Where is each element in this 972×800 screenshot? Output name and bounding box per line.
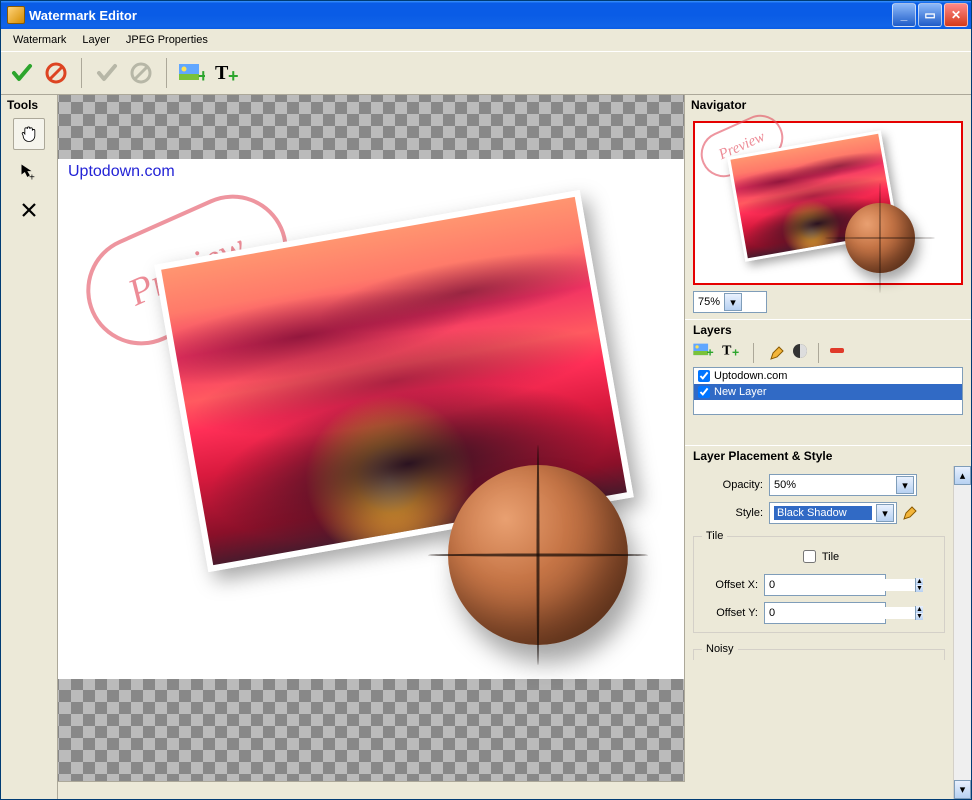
app-window: Watermark Editor _ ▭ ✕ Watermark Layer J…: [0, 0, 972, 800]
spin-down-icon[interactable]: ▼: [915, 613, 923, 620]
app-icon: [7, 6, 25, 24]
toolbar: + T+: [1, 51, 971, 94]
toolbar-separator: [166, 58, 167, 88]
tile-legend: Tile: [702, 530, 727, 542]
svg-text:+: +: [29, 172, 35, 182]
scroll-down-icon[interactable]: ▾: [954, 780, 971, 799]
add-text-layer-button[interactable]: T+: [211, 58, 241, 88]
canvas[interactable]: Uptodown.com Preview: [58, 95, 685, 781]
add-image-layer-button[interactable]: +: [177, 58, 207, 88]
hand-tool[interactable]: [13, 118, 45, 150]
cancel-disabled-button: [126, 58, 156, 88]
maximize-button[interactable]: ▭: [918, 3, 942, 27]
delete-tool[interactable]: [13, 194, 45, 226]
offsetx-input[interactable]: ▲▼: [764, 574, 886, 596]
svg-text:+: +: [198, 66, 205, 84]
accept-button[interactable]: [7, 58, 37, 88]
navigator-thumbnail[interactable]: Preview: [693, 121, 963, 285]
watermark-text[interactable]: Uptodown.com: [68, 163, 175, 181]
accept-disabled-button: [92, 58, 122, 88]
tile-checkbox-label: Tile: [822, 551, 839, 563]
cancel-button[interactable]: [41, 58, 71, 88]
spin-up-icon[interactable]: ▲: [915, 606, 923, 613]
move-tool[interactable]: +: [13, 156, 45, 188]
workarea: Tools + Uptodown.com Preview: [1, 94, 971, 799]
menu-jpeg-properties[interactable]: JPEG Properties: [118, 32, 216, 48]
tile-checkbox[interactable]: [803, 550, 816, 563]
right-panel: Navigator Preview 75% ▾ Layers + T+: [685, 95, 971, 799]
opacity-label: Opacity:: [693, 479, 763, 491]
opacity-value: 50%: [774, 479, 892, 491]
placement-panel: Opacity: 50% ▾ Style: Black Shadow ▾: [685, 466, 971, 799]
chevron-down-icon[interactable]: ▾: [876, 504, 894, 522]
menu-watermark[interactable]: Watermark: [5, 32, 74, 48]
layer-row[interactable]: New Layer: [694, 384, 962, 400]
placement-header: Layer Placement & Style: [685, 445, 971, 466]
noisy-legend: Noisy: [702, 643, 738, 655]
edit-style-icon[interactable]: [901, 504, 919, 522]
chevron-down-icon[interactable]: ▾: [896, 476, 914, 494]
svg-text:+: +: [228, 66, 239, 84]
offsety-input[interactable]: ▲▼: [764, 602, 886, 624]
layer-visibility-checkbox[interactable]: [698, 386, 710, 398]
offsetx-value[interactable]: [765, 579, 915, 591]
svg-text:T: T: [722, 343, 732, 358]
zoom-value: 75%: [698, 296, 720, 308]
offsety-value[interactable]: [765, 607, 915, 619]
opacity-combo[interactable]: 50% ▾: [769, 474, 917, 496]
minimize-button[interactable]: _: [892, 3, 916, 27]
navigator-header: Navigator: [685, 95, 971, 115]
noisy-fieldset: Noisy: [693, 649, 945, 660]
svg-text:T: T: [215, 62, 229, 84]
placement-scrollbar[interactable]: ▴ ▾: [953, 466, 971, 799]
titlebar[interactable]: Watermark Editor _ ▭ ✕: [1, 1, 971, 29]
zoom-combo[interactable]: 75% ▾: [693, 291, 767, 313]
layers-list[interactable]: Uptodown.com New Layer: [693, 367, 963, 415]
scroll-up-icon[interactable]: ▴: [954, 466, 971, 485]
tools-panel: Tools +: [1, 95, 58, 799]
add-text-layer-icon[interactable]: T+: [721, 342, 743, 363]
canvas-column: Uptodown.com Preview: [58, 95, 685, 799]
offsetx-label: Offset X:: [702, 579, 758, 591]
style-label: Style:: [693, 507, 763, 519]
svg-text:+: +: [732, 346, 739, 360]
horizontal-scrollbar[interactable]: [58, 781, 685, 799]
spin-down-icon[interactable]: ▼: [915, 585, 923, 592]
layer-label: Uptodown.com: [714, 370, 787, 382]
layer-label: New Layer: [714, 386, 767, 398]
add-image-layer-icon[interactable]: +: [693, 342, 715, 363]
close-button[interactable]: ✕: [944, 3, 968, 27]
basketball-graphic: [448, 465, 628, 645]
menu-layer[interactable]: Layer: [74, 32, 118, 48]
chevron-down-icon[interactable]: ▾: [724, 293, 742, 311]
style-combo[interactable]: Black Shadow ▾: [769, 502, 897, 524]
svg-text:+: +: [706, 346, 713, 360]
style-value: Black Shadow: [774, 506, 872, 520]
spin-up-icon[interactable]: ▲: [915, 578, 923, 585]
offsety-label: Offset Y:: [702, 607, 758, 619]
menubar: Watermark Layer JPEG Properties: [1, 29, 971, 51]
tools-header: Tools: [1, 95, 57, 115]
toolbar-separator: [81, 58, 82, 88]
layer-visibility-checkbox[interactable]: [698, 370, 710, 382]
tile-fieldset: Tile Tile Offset X: ▲▼: [693, 536, 945, 633]
edit-layer-icon[interactable]: [768, 344, 786, 362]
window-title: Watermark Editor: [29, 8, 137, 23]
